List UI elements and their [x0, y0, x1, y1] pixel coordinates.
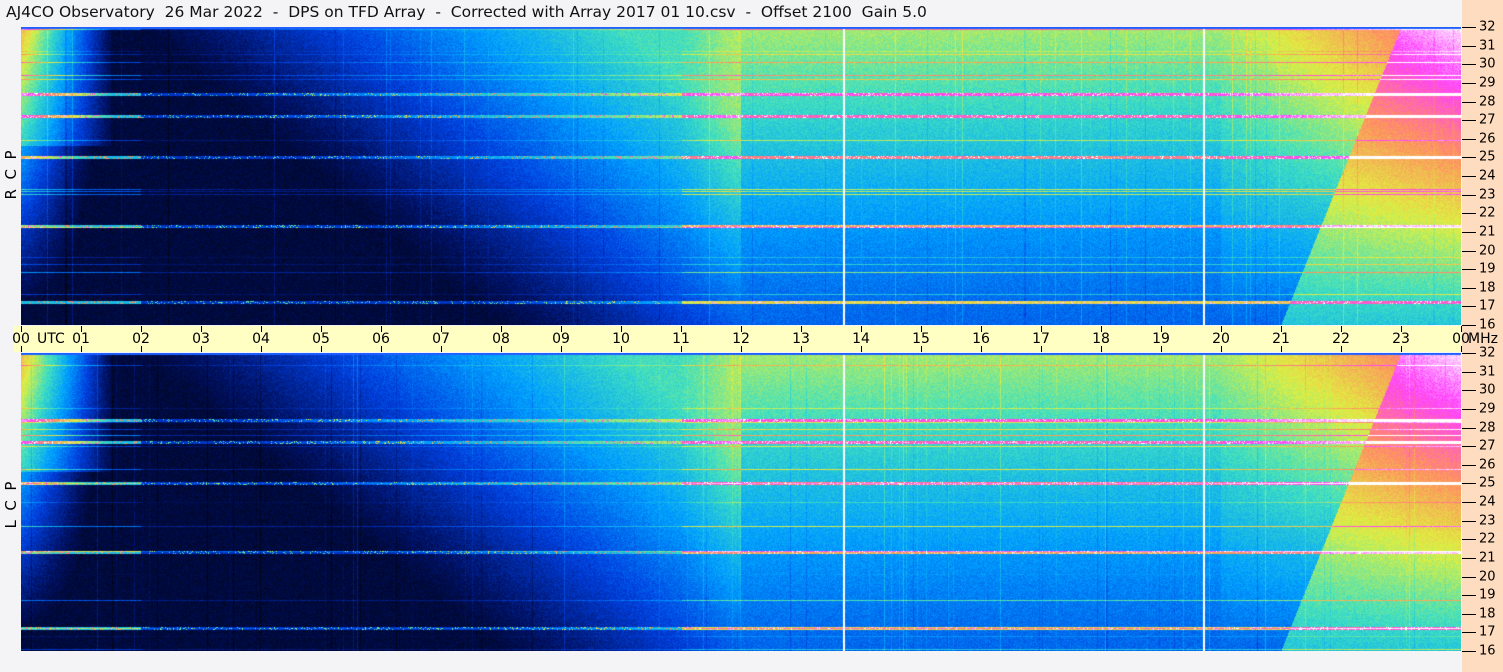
time-axis-unit: UTC	[37, 331, 65, 347]
freq-tick-label: 19	[1479, 587, 1496, 603]
time-tick-label: 21	[1272, 331, 1290, 347]
freq-tick-label: 23	[1479, 187, 1496, 203]
time-tick-label: 05	[312, 331, 330, 347]
freq-tick	[1462, 595, 1476, 596]
time-tick-label: 02	[132, 331, 150, 347]
freq-tick-label: 31	[1479, 364, 1496, 380]
freq-tick	[1462, 465, 1476, 466]
freq-tick	[1462, 157, 1476, 158]
chart-title: AJ4CO Observatory 26 Mar 2022 - DPS on T…	[6, 3, 927, 21]
freq-tick-label: 20	[1479, 243, 1496, 259]
freq-tick	[1462, 558, 1476, 559]
time-tick-label: 23	[1392, 331, 1410, 347]
lcp-spectrogram	[21, 353, 1461, 651]
freq-tick-label: 30	[1479, 56, 1496, 72]
freq-tick-label: 17	[1479, 624, 1496, 640]
freq-tick	[1462, 139, 1476, 140]
freq-tick-label: 22	[1479, 531, 1496, 547]
freq-tick	[1462, 651, 1476, 652]
freq-tick	[1462, 83, 1476, 84]
rcp-spectrogram	[21, 27, 1461, 325]
freq-tick-label: 24	[1479, 168, 1496, 184]
freq-tick	[1462, 539, 1476, 540]
freq-tick-label: 16	[1479, 317, 1496, 333]
freq-tick	[1462, 577, 1476, 578]
freq-tick	[1462, 288, 1476, 289]
freq-tick	[1462, 251, 1476, 252]
time-tick-label: 18	[1092, 331, 1110, 347]
freq-tick	[1462, 213, 1476, 214]
time-tick-label: 08	[492, 331, 510, 347]
freq-tick-label: 27	[1479, 438, 1496, 454]
rcp-label: R C P	[2, 150, 20, 200]
time-tick-label: 15	[912, 331, 930, 347]
freq-tick-label: 21	[1479, 550, 1496, 566]
freq-tick	[1462, 446, 1476, 447]
freq-tick	[1462, 372, 1476, 373]
freq-tick	[1462, 102, 1476, 103]
time-tick-label: 10	[612, 331, 630, 347]
freq-tick-label: 18	[1479, 280, 1496, 296]
freq-tick-label: 19	[1479, 261, 1496, 277]
time-tick-label: 00	[1452, 331, 1470, 347]
freq-tick-label: 20	[1479, 569, 1496, 585]
freq-tick-label: 29	[1479, 75, 1496, 91]
freq-tick-label: 25	[1479, 149, 1496, 165]
freq-tick	[1462, 353, 1476, 354]
time-tick-label: 11	[672, 331, 690, 347]
time-tick-label: 03	[192, 331, 210, 347]
freq-tick	[1462, 269, 1476, 270]
freq-tick-label: 18	[1479, 606, 1496, 622]
time-tick-label: 22	[1332, 331, 1350, 347]
freq-tick-label: 17	[1479, 298, 1496, 314]
time-tick-label: 09	[552, 331, 570, 347]
freq-tick-label: 29	[1479, 401, 1496, 417]
freq-tick-label: 22	[1479, 205, 1496, 221]
freq-tick	[1462, 428, 1476, 429]
time-tick-label: 12	[732, 331, 750, 347]
freq-tick-label: 21	[1479, 224, 1496, 240]
freq-tick-label: 16	[1479, 643, 1496, 659]
freq-tick-label: 23	[1479, 513, 1496, 529]
freq-tick	[1462, 632, 1476, 633]
freq-tick	[1462, 614, 1476, 615]
time-tick-label: 16	[972, 331, 990, 347]
time-tick-label: 20	[1212, 331, 1230, 347]
time-tick-label: 07	[432, 331, 450, 347]
freq-tick	[1462, 120, 1476, 121]
freq-tick	[1462, 46, 1476, 47]
freq-tick	[1462, 502, 1476, 503]
freq-tick	[1462, 64, 1476, 65]
freq-tick	[1462, 483, 1476, 484]
freq-tick	[1462, 176, 1476, 177]
time-tick-label: 13	[792, 331, 810, 347]
freq-tick-label: 25	[1479, 475, 1496, 491]
time-tick-label: 14	[852, 331, 870, 347]
freq-tick-label: 32	[1479, 345, 1496, 361]
freq-tick-label: 26	[1479, 131, 1496, 147]
time-tick-label: 01	[72, 331, 90, 347]
freq-tick	[1462, 306, 1476, 307]
time-tick-label: 06	[372, 331, 390, 347]
freq-tick-label: 28	[1479, 420, 1496, 436]
freq-tick-label: 32	[1479, 19, 1496, 35]
freq-tick	[1462, 409, 1476, 410]
freq-tick-label: 30	[1479, 382, 1496, 398]
freq-tick	[1462, 27, 1476, 28]
freq-tick-label: 27	[1479, 112, 1496, 128]
lcp-label: L C P	[2, 481, 20, 529]
freq-tick-label: 24	[1479, 494, 1496, 510]
freq-tick	[1462, 521, 1476, 522]
freq-tick	[1462, 390, 1476, 391]
time-tick-label: 00	[12, 331, 30, 347]
time-tick-label: 19	[1152, 331, 1170, 347]
freq-tick	[1462, 195, 1476, 196]
freq-tick	[1462, 325, 1476, 326]
freq-tick-label: 31	[1479, 38, 1496, 54]
freq-tick-label: 28	[1479, 94, 1496, 110]
freq-tick	[1462, 232, 1476, 233]
time-tick-label: 04	[252, 331, 270, 347]
time-tick-label: 17	[1032, 331, 1050, 347]
freq-tick-label: 26	[1479, 457, 1496, 473]
